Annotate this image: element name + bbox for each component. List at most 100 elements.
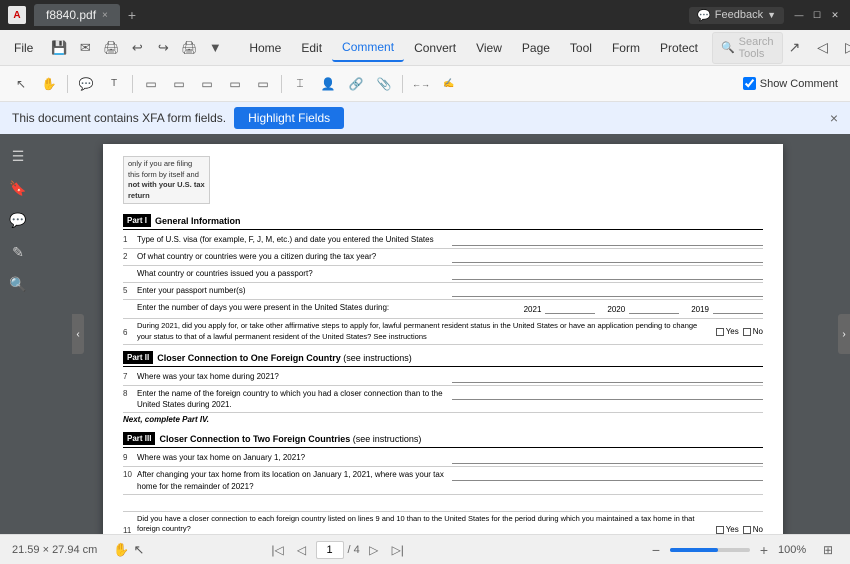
signature-btn[interactable]: ✍ — [436, 71, 462, 97]
left-panel-toggle[interactable]: ‹ — [72, 314, 84, 354]
menu-right-buttons: ↗ ◁ ▷ — [783, 36, 850, 60]
pan-cursor-icon[interactable]: ✋ — [113, 542, 129, 558]
prev-page-button[interactable]: ◁ — [292, 540, 312, 560]
maximize-button[interactable]: ☐ — [810, 8, 824, 22]
underline-btn[interactable]: ▭ — [166, 71, 192, 97]
measure-btn[interactable]: ←→ — [408, 71, 434, 97]
attach-btn[interactable]: 📎 — [371, 71, 397, 97]
last-page-button[interactable]: ▷| — [388, 540, 408, 560]
more-icon-btn[interactable]: ▼ — [203, 36, 227, 60]
window-controls: — ☐ ✕ — [792, 8, 842, 22]
part-ii-section: Part II Closer Connection to One Foreign… — [123, 349, 763, 426]
sidebar-search-icon[interactable]: 🔍 — [4, 270, 32, 298]
table-row: 8 Enter the name of the foreign country … — [123, 386, 763, 413]
back-icon-btn[interactable]: ◁ — [811, 36, 835, 60]
title-bar: A f8840.pdf × + 💬 Feedback ▼ — ☐ ✕ — [0, 0, 850, 30]
xfa-message: This document contains XFA form fields. — [12, 111, 226, 125]
page-number-input[interactable] — [316, 541, 344, 559]
part-i-title: General Information — [155, 216, 241, 226]
app-logo: A — [8, 6, 26, 24]
undo-icon-btn[interactable]: ↩ — [125, 36, 149, 60]
next-page-button[interactable]: ▷ — [364, 540, 384, 560]
menu-form[interactable]: Form — [602, 35, 650, 61]
zoom-in-button[interactable]: + — [754, 540, 774, 560]
strikethrough-btn[interactable]: ▭ — [194, 71, 220, 97]
table-row: 9 Where was your tax home on January 1, … — [123, 450, 763, 467]
part-ii-header: Part II — [123, 351, 153, 364]
zoom-slider[interactable] — [670, 548, 750, 552]
right-panel-toggle[interactable]: › — [838, 314, 850, 354]
close-tab-button[interactable]: × — [102, 10, 108, 21]
zoom-slider-fill — [670, 548, 718, 552]
feedback-button[interactable]: 💬 Feedback ▼ — [689, 7, 784, 24]
table-row — [123, 495, 763, 512]
menu-edit[interactable]: Edit — [291, 35, 332, 61]
toolbar-sep-4 — [402, 75, 403, 93]
menu-view[interactable]: View — [466, 35, 512, 61]
menu-tool[interactable]: Tool — [560, 35, 602, 61]
print-icon-btn[interactable]: 🖨 — [99, 36, 123, 60]
part-i-section: Part I General Information 1 Type of U.S… — [123, 212, 763, 345]
comment-btn[interactable]: 💬 — [73, 71, 99, 97]
redo-icon-btn[interactable]: ↪ — [151, 36, 175, 60]
show-comments-checkbox[interactable] — [743, 77, 756, 90]
email-icon-btn[interactable]: ✉ — [73, 36, 97, 60]
close-window-button[interactable]: ✕ — [828, 8, 842, 22]
xfa-close-button[interactable]: × — [830, 110, 838, 126]
highlight-btn[interactable]: ▭ — [138, 71, 164, 97]
menu-home[interactable]: Home — [239, 35, 291, 61]
search-tools-field[interactable]: 🔍 Search Tools — [712, 32, 783, 64]
feedback-label: Feedback — [715, 9, 763, 21]
menu-comment[interactable]: Comment — [332, 34, 404, 62]
file-tab[interactable]: f8840.pdf × — [34, 4, 120, 26]
menu-file[interactable]: File — [4, 35, 43, 61]
sidebar-thumbnail-icon[interactable]: ☰ — [4, 142, 32, 170]
text-comment-btn[interactable]: T — [101, 71, 127, 97]
part-ii-title: Closer Connection to One Foreign Country… — [157, 353, 412, 363]
xfa-notification-bar: This document contains XFA form fields. … — [0, 102, 850, 134]
table-row: Enter the number of days you were presen… — [123, 300, 763, 319]
shape-btn[interactable]: ▭ — [222, 71, 248, 97]
pdf-page: Type of U.S. visa (for example, F, J, M,… — [103, 144, 783, 534]
table-row: 11 Did you have a closer connection to e… — [123, 512, 763, 534]
arrow-btn[interactable]: ▭ — [250, 71, 276, 97]
sidebar-bookmark-icon[interactable]: 🔖 — [4, 174, 32, 202]
insert-btn[interactable]: ⌶ — [287, 71, 313, 97]
print2-icon-btn[interactable]: 🖨 — [177, 36, 201, 60]
page-separator: / 4 — [348, 544, 360, 556]
menu-convert[interactable]: Convert — [404, 35, 466, 61]
highlight-fields-button[interactable]: Highlight Fields — [234, 107, 344, 129]
select-tool-btn[interactable]: ↖ — [8, 71, 34, 97]
link-btn[interactable]: 🔗 — [343, 71, 369, 97]
table-row: 1 Type of U.S. visa (for example, F, J, … — [123, 232, 763, 249]
menu-page[interactable]: Page — [512, 35, 560, 61]
show-comments-label: Show Comment — [760, 78, 838, 90]
share-icon-btn[interactable]: ↗ — [783, 36, 807, 60]
select-cursor-icon[interactable]: ↖ — [134, 542, 145, 558]
menu-protect[interactable]: Protect — [650, 35, 708, 61]
table-row: 5 Enter your passport number(s) — [123, 283, 763, 300]
feedback-dropdown-icon: ▼ — [767, 10, 776, 20]
fit-page-button[interactable]: ⊞ — [818, 540, 838, 560]
toolbar-icon-group: 💾 ✉ 🖨 ↩ ↪ 🖨 ▼ — [47, 36, 227, 60]
table-row: 10 After changing your tax home from its… — [123, 467, 763, 494]
save-icon-btn[interactable]: 💾 — [47, 36, 71, 60]
sidebar-annotation-icon[interactable]: ✎ — [4, 238, 32, 266]
menu-bar: File 💾 ✉ 🖨 ↩ ↪ 🖨 ▼ Home Edit Comment Con… — [0, 30, 850, 66]
page-navigation: |◁ ◁ / 4 ▷ ▷| — [268, 540, 408, 560]
toolbar-sep-2 — [132, 75, 133, 93]
first-page-button[interactable]: |◁ — [268, 540, 288, 560]
toolbar-sep-1 — [67, 75, 68, 93]
stamp-btn[interactable]: 👤 — [315, 71, 341, 97]
file-tab-name: f8840.pdf — [46, 8, 96, 22]
forward-icon-btn[interactable]: ▷ — [839, 36, 850, 60]
form-header-note: Type of U.S. visa (for example, F, J, M,… — [123, 156, 210, 204]
add-tab-button[interactable]: + — [120, 7, 144, 23]
minimize-button[interactable]: — — [792, 8, 806, 22]
pan-tool-btn[interactable]: ✋ — [36, 71, 62, 97]
sidebar-comment-icon[interactable]: 💬 — [4, 206, 32, 234]
show-comments-toggle[interactable]: Show Comment — [743, 77, 842, 90]
comment-toolbar: ↖ ✋ 💬 T ▭ ▭ ▭ ▭ ▭ ⌶ 👤 🔗 📎 ←→ ✍ Show Comm… — [0, 66, 850, 102]
zoom-out-button[interactable]: − — [646, 540, 666, 560]
table-row: 2 Of what country or countries were you … — [123, 249, 763, 266]
